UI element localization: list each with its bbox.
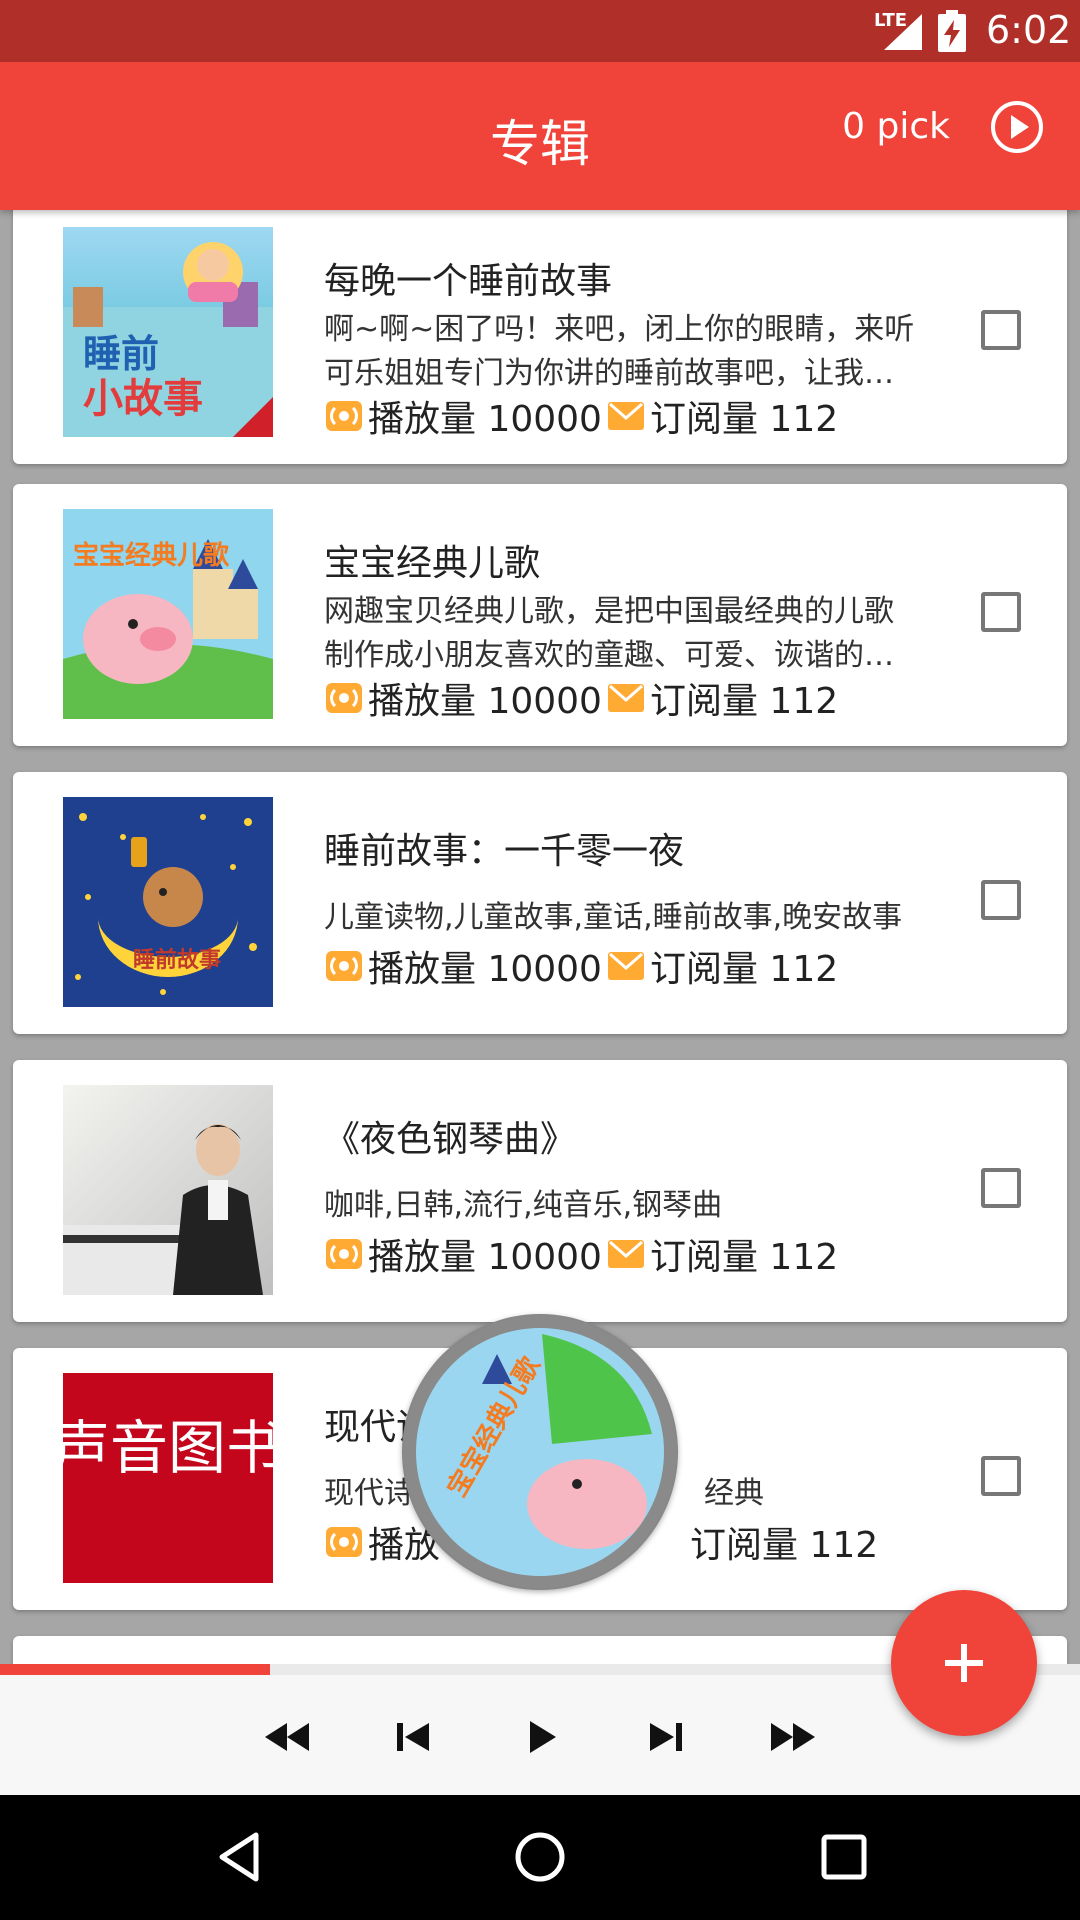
- svg-text:睡前: 睡前: [83, 332, 159, 376]
- album-card[interactable]: 睡前 小故事 每晚一个睡前故事 啊~啊~困了吗！来吧，闭上你的眼睛，来听 可乐姐…: [13, 210, 1067, 464]
- now-playing-cover[interactable]: 宝宝经典儿歌: [402, 1314, 678, 1590]
- album-description-line: 儿童读物,儿童故事,童话,睡前故事,晚安故事: [324, 900, 903, 935]
- album-description-line: 啊~啊~困了吗！来吧，闭上你的眼睛，来听: [324, 312, 915, 347]
- album-select-checkbox[interactable]: [981, 310, 1021, 350]
- playback-progress-fill: [0, 1664, 270, 1675]
- album-stats: 播放量 10000 订阅量 112: [324, 390, 838, 442]
- envelope-icon: [607, 952, 644, 980]
- skip-next-icon[interactable]: [636, 1707, 696, 1767]
- fast-forward-icon[interactable]: [763, 1707, 823, 1767]
- album-cover-moon-bear: 睡前故事: [63, 797, 273, 1007]
- album-cover-sleep-story: 睡前 小故事: [63, 227, 273, 437]
- broadcast-icon: [326, 1527, 362, 1557]
- album-description-line: 网趣宝贝经典儿歌，是把中国最经典的儿歌: [324, 594, 894, 629]
- play-count: 播放量 10000: [368, 399, 602, 440]
- album-stats: 播放量 10000 订阅量 112: [324, 672, 838, 724]
- album-stats: 播放量 10000 订阅量 112: [324, 1228, 838, 1280]
- album-select-checkbox[interactable]: [981, 592, 1021, 632]
- envelope-icon: [607, 402, 644, 430]
- svg-text:宝宝经典儿歌: 宝宝经典儿歌: [73, 540, 230, 571]
- album-description: 儿童读物,儿童故事,童话,睡前故事,晚安故事: [324, 896, 944, 940]
- album-card[interactable]: 睡前故事 睡前故事：一千零一夜 儿童读物,儿童故事,童话,睡前故事,晚安故事 播…: [13, 772, 1067, 1034]
- app-bar: 专辑 0 pick: [0, 62, 1080, 210]
- system-nav-bar: [0, 1795, 1080, 1920]
- skip-previous-icon[interactable]: [383, 1707, 443, 1767]
- album-description-line: 咖啡,日韩,流行,纯音乐,钢琴曲: [324, 1188, 723, 1223]
- clock: 6:02: [986, 8, 1072, 52]
- play-count: 播放量 10000: [368, 1237, 602, 1278]
- envelope-icon: [607, 1240, 644, 1268]
- play-count: 播放量 10000: [368, 681, 602, 722]
- album-title: 睡前故事：一千零一夜: [324, 831, 685, 872]
- home-icon[interactable]: [510, 1827, 570, 1887]
- album-card[interactable]: 宝宝经典儿歌 宝宝经典儿歌 网趣宝贝经典儿歌，是把中国最经典的儿歌 制作成小朋友…: [13, 484, 1067, 746]
- envelope-icon: [607, 684, 644, 712]
- subscribe-count: 订阅量 112: [649, 1237, 839, 1278]
- broadcast-icon: [326, 951, 362, 981]
- recents-icon[interactable]: [814, 1827, 874, 1887]
- subscribe-count: 订阅量 112: [649, 399, 839, 440]
- play-icon[interactable]: [512, 1707, 572, 1767]
- pick-count[interactable]: 0 pick: [842, 106, 950, 147]
- play-count: 播放量 10000: [368, 949, 602, 990]
- subscribe-count: 订阅量 112: [649, 949, 839, 990]
- broadcast-icon: [326, 401, 362, 431]
- battery-charging-icon: [938, 10, 966, 52]
- back-icon[interactable]: [210, 1827, 270, 1887]
- album-select-checkbox[interactable]: [981, 1168, 1021, 1208]
- poetry-cover-calligraphy: 声音图书: [63, 1414, 273, 1482]
- album-select-checkbox[interactable]: [981, 1456, 1021, 1496]
- album-card[interactable]: 《夜色钢琴曲》 咖啡,日韩,流行,纯音乐,钢琴曲 播放量 10000 订阅量 1…: [13, 1060, 1067, 1322]
- album-description-tail: 经典: [704, 1476, 764, 1511]
- album-cover-piano: [63, 1085, 273, 1295]
- album-description: 咖啡,日韩,流行,纯音乐,钢琴曲: [324, 1184, 944, 1228]
- broadcast-icon: [326, 1239, 362, 1269]
- add-fab-button[interactable]: [891, 1590, 1037, 1736]
- album-stats: 播放量 10000 订阅量 112: [324, 940, 838, 992]
- subscribe-count: 订阅量 112: [690, 1525, 879, 1566]
- album-title: 每晚一个睡前故事: [324, 261, 613, 302]
- svg-text:小故事: 小故事: [83, 376, 203, 422]
- rewind-icon[interactable]: [257, 1707, 317, 1767]
- subscribe-count: 订阅量 112: [649, 681, 839, 722]
- album-cover-baby-songs: 宝宝经典儿歌: [63, 509, 273, 719]
- play-circle-icon[interactable]: [990, 100, 1044, 154]
- album-select-checkbox[interactable]: [981, 880, 1021, 920]
- album-description-line: 现代诗: [324, 1476, 414, 1511]
- album-title: 《夜色钢琴曲》: [324, 1119, 577, 1160]
- status-bar: LTE 6:02: [0, 0, 1080, 62]
- album-description: 网趣宝贝经典儿歌，是把中国最经典的儿歌 制作成小朋友喜欢的童趣、可爱、诙谐的…: [324, 590, 944, 678]
- plus-icon: [945, 1644, 983, 1682]
- album-cover-poetry: 声音图书: [63, 1373, 273, 1583]
- broadcast-icon: [326, 683, 362, 713]
- album-title: 宝宝经典儿歌: [324, 543, 541, 584]
- signal-icon: [884, 14, 922, 50]
- album-description: 啊~啊~困了吗！来吧，闭上你的眼睛，来听 可乐姐姐专门为你讲的睡前故事吧，让我…: [324, 308, 944, 396]
- svg-text:睡前故事: 睡前故事: [133, 947, 221, 973]
